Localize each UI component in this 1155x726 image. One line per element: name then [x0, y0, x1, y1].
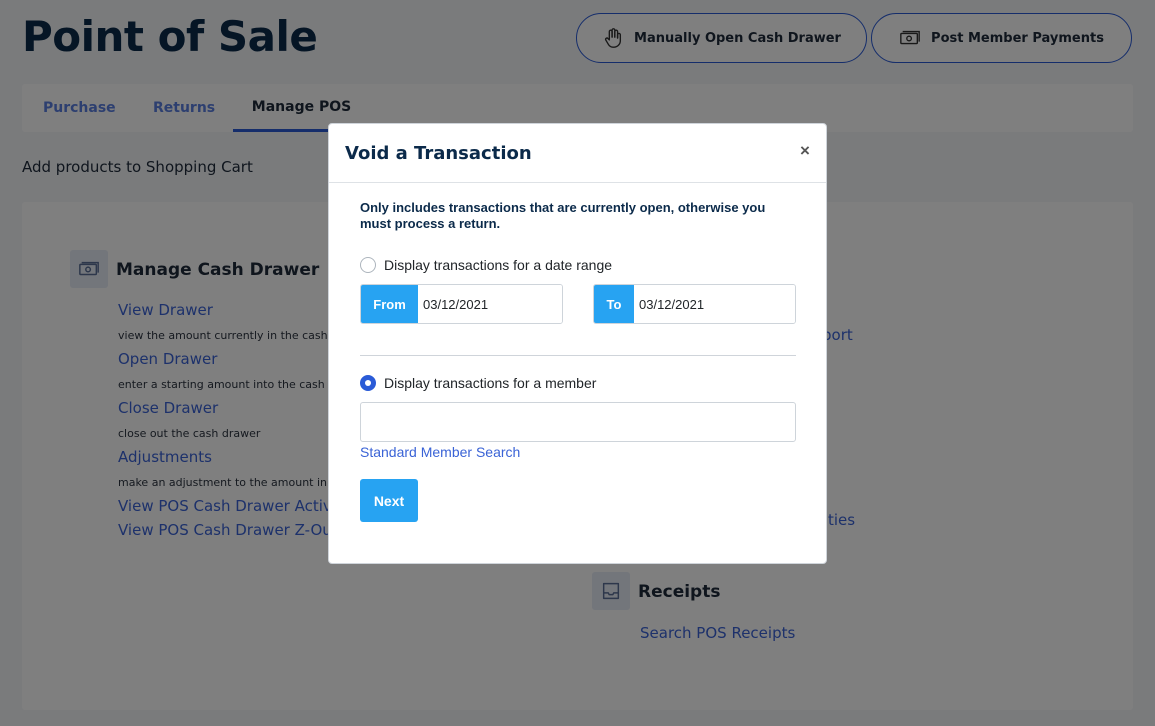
to-date-group: To	[593, 284, 796, 324]
member-option[interactable]: Display transactions for a member	[360, 375, 596, 391]
next-button[interactable]: Next	[360, 479, 418, 522]
standard-member-search-link[interactable]: Standard Member Search	[360, 444, 520, 460]
from-label: From	[361, 285, 418, 323]
date-range-radio[interactable]	[360, 257, 376, 273]
modal-note: Only includes transactions that are curr…	[360, 200, 766, 231]
member-input[interactable]	[360, 402, 796, 442]
to-label: To	[594, 285, 634, 323]
close-icon[interactable]: ×	[795, 141, 815, 161]
from-date-group: From	[360, 284, 563, 324]
member-radio[interactable]	[360, 375, 376, 391]
from-date-input[interactable]	[418, 285, 562, 323]
date-range-option-label: Display transactions for a date range	[384, 257, 613, 273]
modal-title: Void a Transaction	[345, 143, 532, 164]
modal-header-divider	[329, 182, 826, 183]
member-option-label: Display transactions for a member	[384, 375, 597, 391]
void-transaction-dialog: Void a Transaction × Only includes trans…	[328, 123, 827, 564]
date-range-option[interactable]: Display transactions for a date range	[360, 257, 612, 273]
option-separator	[360, 355, 796, 356]
to-date-input[interactable]	[634, 285, 795, 323]
